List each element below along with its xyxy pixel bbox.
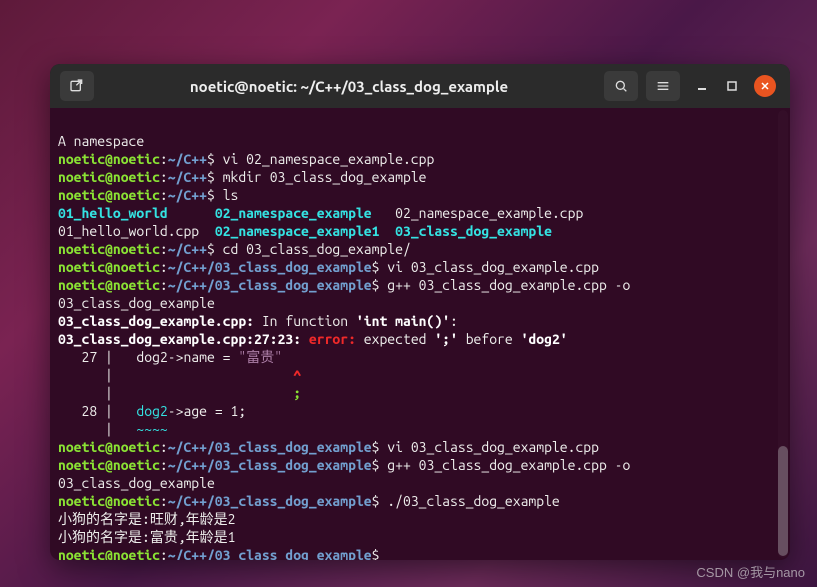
compiler-loc: 03_class_dog_example.cpp:27:23: — [58, 331, 309, 347]
command: cd 03_class_dog_example/ — [215, 241, 411, 257]
window-title: noetic@noetic: ~/C++/03_class_dog_exampl… — [102, 78, 596, 95]
ls-dir: 02_namespace_example1 — [215, 223, 380, 239]
scrollbar-thumb[interactable] — [778, 446, 788, 556]
compiler-file: 03_class_dog_example.cpp: — [58, 313, 254, 329]
command: ./03_class_dog_example — [379, 493, 559, 509]
maximize-button[interactable] — [724, 78, 740, 94]
ls-dir: 03_class_dog_example — [395, 223, 552, 239]
error-caret: ^ — [113, 367, 301, 383]
terminal-body[interactable]: A namespace noetic@noetic:~/C++$ vi 02_n… — [50, 108, 790, 560]
ls-file: 02_namespace_example.cpp — [395, 205, 583, 221]
program-output: 小狗的名字是:富贵,年龄是1 — [58, 529, 236, 545]
command: vi 03_class_dog_example.cpp — [379, 259, 599, 275]
watermark: CSDN @我与nano — [696, 562, 805, 581]
ls-dir: 02_namespace_example — [215, 205, 372, 221]
new-tab-button[interactable] — [60, 71, 94, 101]
terminal-window: noetic@noetic: ~/C++/03_class_dog_exampl… — [50, 64, 790, 560]
command: vi 03_class_dog_example.cpp — [379, 439, 599, 455]
code-line-num: 28 | — [58, 403, 113, 419]
ls-dir: 01_hello_world — [58, 205, 168, 221]
prompt-userhost: noetic@noetic — [58, 151, 160, 167]
command: vi 02_namespace_example.cpp — [215, 151, 435, 167]
titlebar: noetic@noetic: ~/C++/03_class_dog_exampl… — [50, 64, 790, 108]
window-controls — [694, 75, 776, 97]
prompt-path: ~/C++ — [168, 151, 207, 167]
output-line: A namespace — [58, 133, 144, 149]
command: ls — [215, 187, 239, 203]
error-keyword: error: — [309, 331, 356, 347]
command: mkdir 03_class_dog_example — [215, 169, 427, 185]
menu-button[interactable] — [646, 71, 680, 101]
close-button[interactable] — [754, 75, 776, 97]
ls-file: 01_hello_world.cpp — [58, 223, 199, 239]
code-line-num: 27 | — [58, 349, 113, 365]
search-button[interactable] — [604, 71, 638, 101]
minimize-button[interactable] — [694, 78, 710, 94]
program-output: 小狗的名字是:旺财,年龄是2 — [58, 511, 236, 527]
